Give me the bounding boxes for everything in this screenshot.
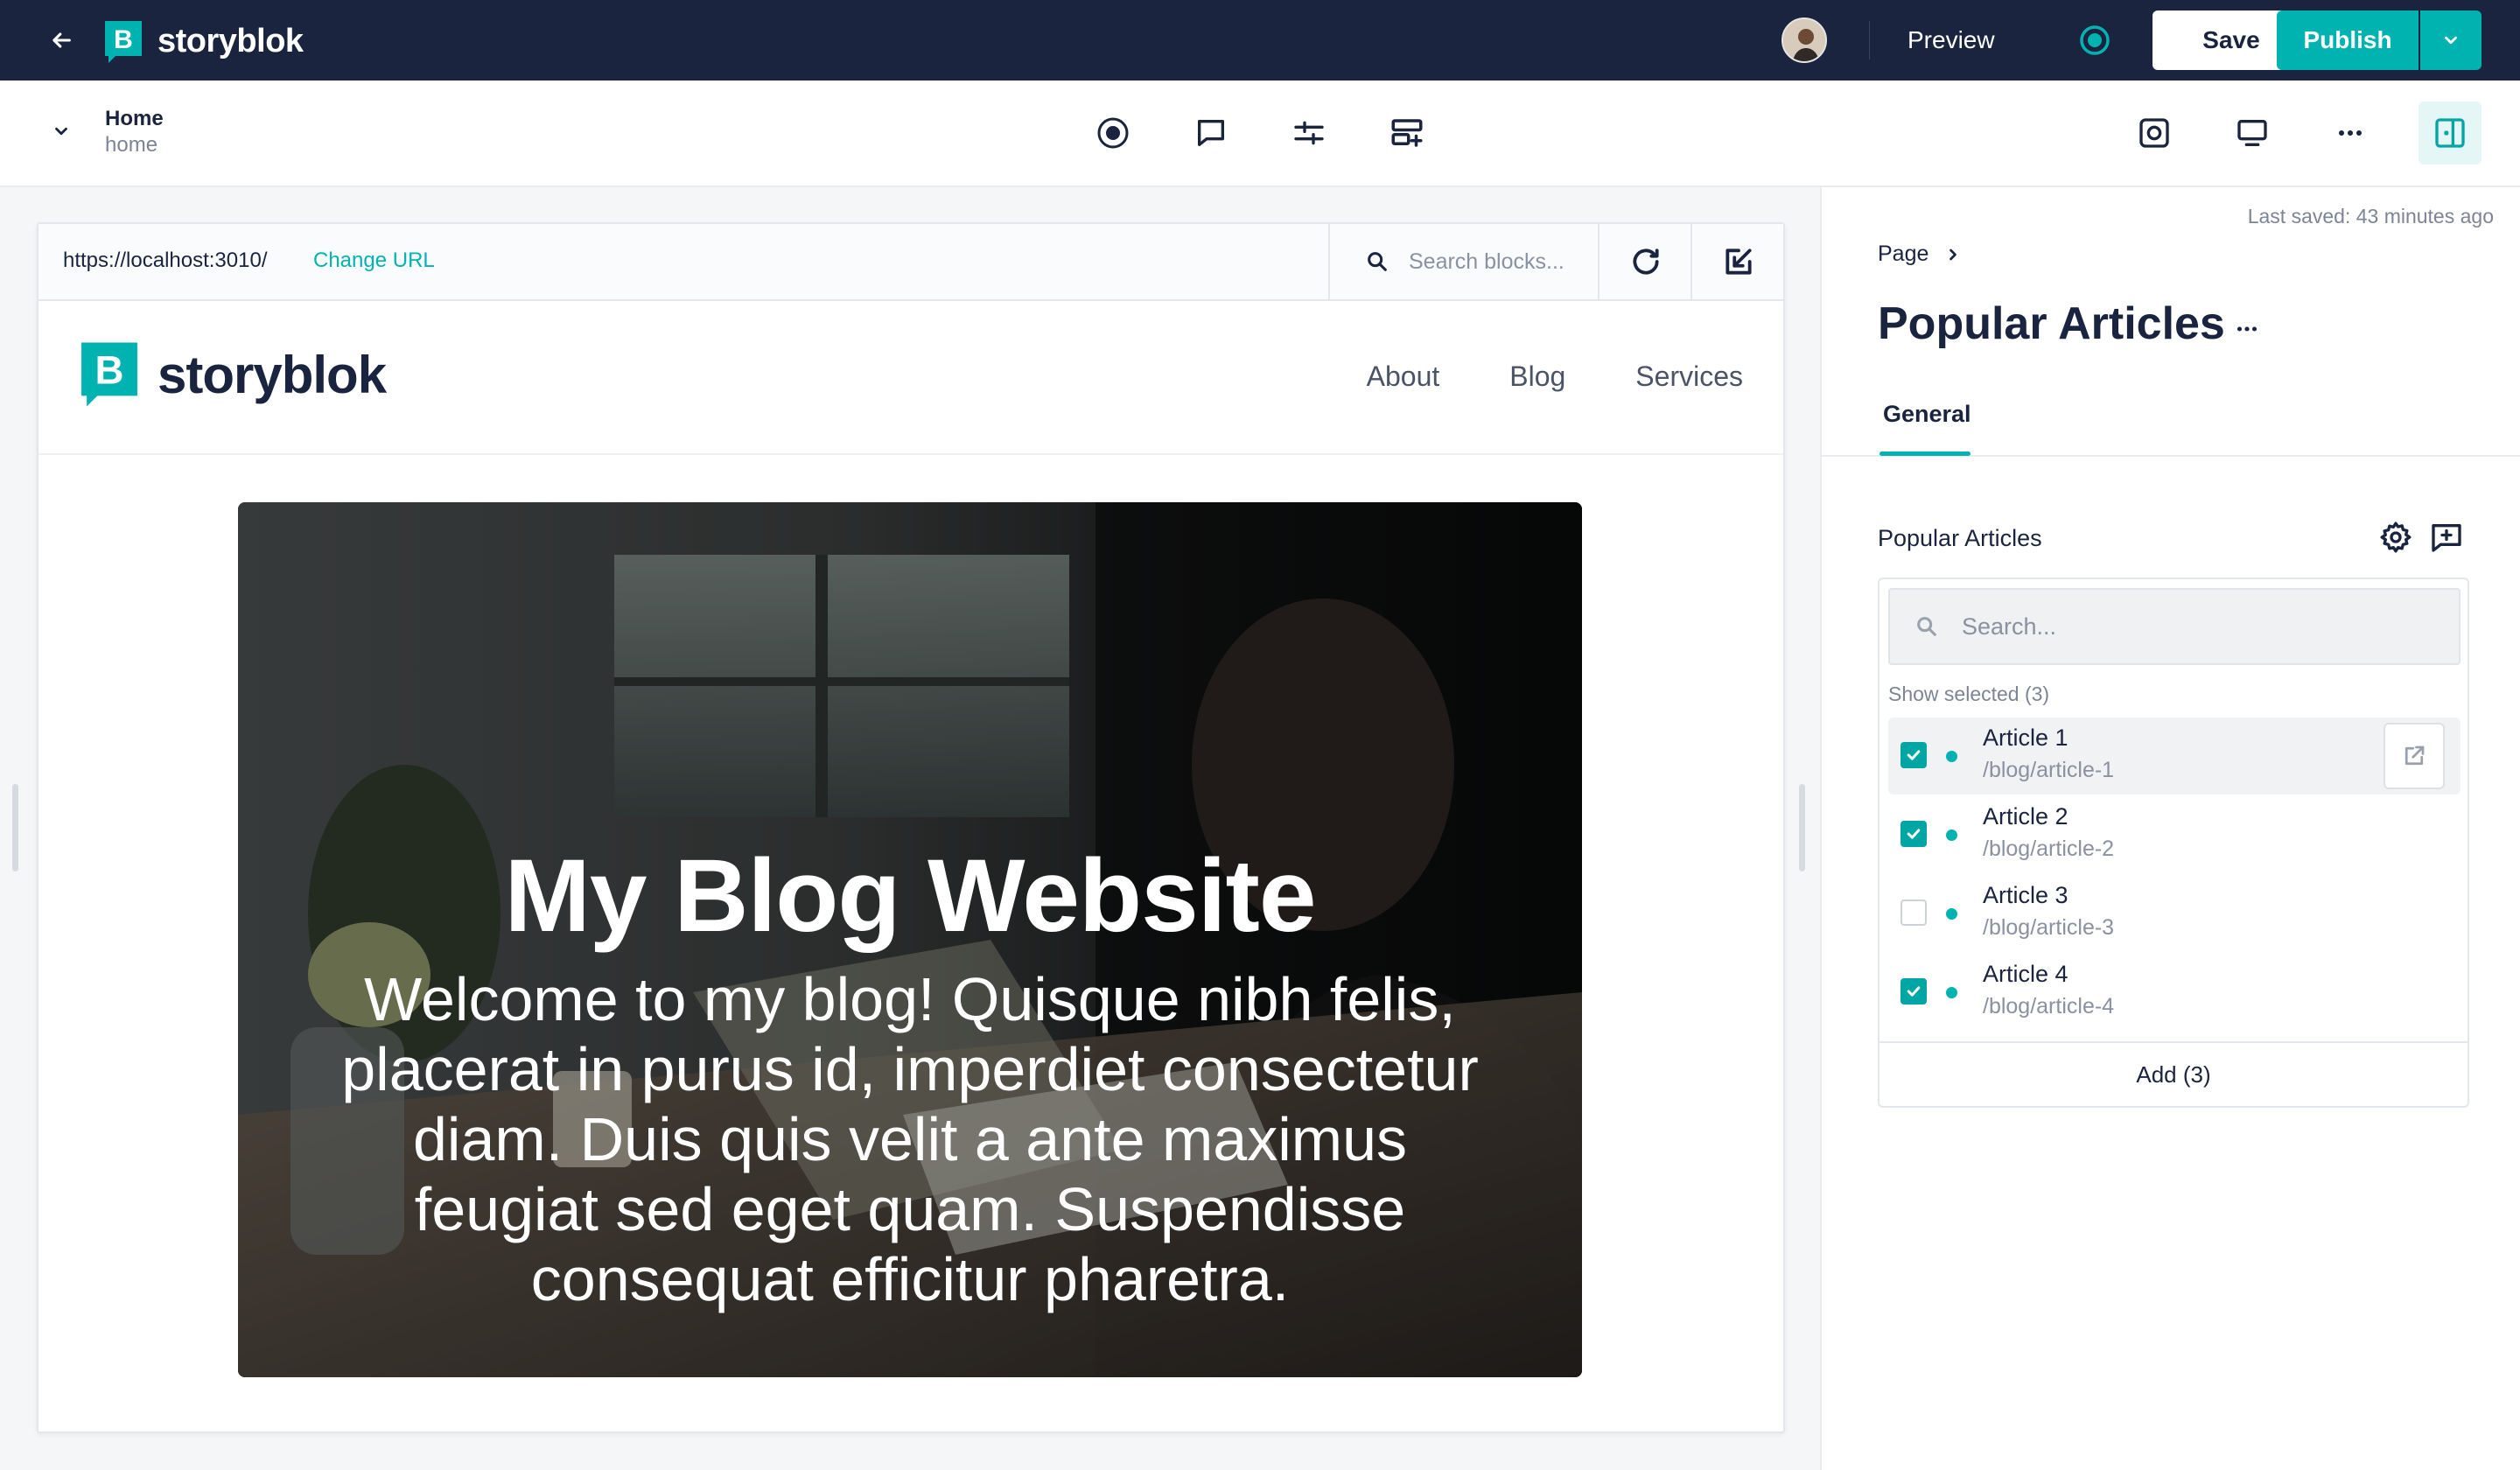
svg-text:B: B bbox=[95, 348, 124, 393]
svg-text:B: B bbox=[114, 25, 133, 54]
article-path: /blog/article-3 bbox=[1983, 915, 2115, 940]
storyblok-logo[interactable]: B storyblok bbox=[103, 19, 304, 63]
add-block-icon[interactable] bbox=[1382, 108, 1432, 158]
checkbox-checked[interactable] bbox=[1900, 978, 1927, 1004]
add-selected-button[interactable]: Add (3) bbox=[1880, 1041, 2468, 1106]
article-search-input[interactable]: Search... bbox=[1888, 588, 2460, 665]
story-menu-chevron-down-icon[interactable] bbox=[46, 116, 77, 147]
nav-link-services[interactable]: Services bbox=[1635, 360, 1743, 393]
article-picker: Search... Show selected (3) Article 1 /b… bbox=[1878, 578, 2469, 1108]
block-more-options-icon[interactable] bbox=[2230, 312, 2264, 346]
open-in-new-window-icon[interactable] bbox=[1690, 224, 1785, 299]
brand-name: storyblok bbox=[158, 22, 304, 60]
list-item[interactable]: Article 3 /blog/article-3 bbox=[1888, 875, 2460, 952]
site-brand-name: storyblok bbox=[158, 345, 387, 404]
list-item[interactable]: Article 2 /blog/article-2 bbox=[1888, 796, 2460, 873]
breadcrumb-page[interactable]: Page bbox=[1878, 242, 1928, 267]
content-panel: Last saved: 43 minutes ago Page Popular … bbox=[1820, 187, 2520, 1470]
field-settings-gear-icon[interactable] bbox=[2376, 518, 2415, 556]
hero-section[interactable]: My Blog Website Welcome to my blog! Quis… bbox=[238, 502, 1582, 1377]
preview-url-bar: https://localhost:3010/ Change URL Searc… bbox=[38, 224, 1783, 301]
tab-general[interactable]: General bbox=[1880, 397, 1975, 457]
list-item[interactable]: Article 4 /blog/article-4 bbox=[1888, 954, 2460, 1031]
panel-tabs: General bbox=[1822, 397, 2520, 457]
reload-icon[interactable] bbox=[1598, 224, 1692, 299]
published-status-dot bbox=[1946, 987, 1957, 998]
last-saved-status: Last saved: 43 minutes ago bbox=[2247, 205, 2494, 228]
story-title[interactable]: Home bbox=[105, 107, 164, 131]
site-header: B storyblok About Blog Services bbox=[38, 301, 1783, 455]
article-path: /blog/article-1 bbox=[1983, 758, 2115, 782]
article-title: Article 2 bbox=[1983, 803, 2068, 830]
settings-sliders-icon[interactable] bbox=[1284, 108, 1334, 158]
right-resize-handle[interactable] bbox=[1799, 784, 1805, 872]
nav-link-about[interactable]: About bbox=[1367, 360, 1440, 393]
article-path: /blog/article-4 bbox=[1983, 994, 2115, 1018]
publish-options-chevron-down-icon[interactable] bbox=[2420, 10, 2482, 70]
article-title: Article 4 bbox=[1983, 961, 2068, 987]
block-title: Popular Articles bbox=[1878, 298, 2225, 349]
hero-body: Welcome to my blog! Quisque nibh felis, … bbox=[341, 965, 1479, 1313]
site-logo[interactable]: B storyblok bbox=[79, 340, 387, 410]
storyblok-logo-icon: B bbox=[103, 19, 144, 63]
article-search-placeholder: Search... bbox=[1962, 612, 2057, 640]
change-url-link[interactable]: Change URL bbox=[313, 248, 435, 273]
user-avatar[interactable] bbox=[1782, 18, 1827, 63]
list-item[interactable]: Article 1 /blog/article-1 bbox=[1888, 718, 2460, 794]
search-icon bbox=[1368, 252, 1387, 271]
more-options-icon[interactable] bbox=[2326, 108, 2375, 158]
left-resize-handle[interactable] bbox=[12, 784, 18, 872]
article-path: /blog/article-2 bbox=[1983, 836, 2115, 861]
preview-button[interactable]: Preview bbox=[1908, 23, 1995, 58]
hero-title: My Blog Website bbox=[504, 838, 1317, 954]
block-search-placeholder: Search blocks... bbox=[1409, 248, 1564, 274]
back-arrow-icon[interactable] bbox=[44, 23, 79, 58]
block-search[interactable]: Search blocks... bbox=[1328, 224, 1598, 299]
nav-link-blog[interactable]: Blog bbox=[1509, 360, 1565, 393]
desktop-device-icon[interactable] bbox=[2228, 108, 2277, 158]
article-title: Article 3 bbox=[1983, 882, 2068, 908]
breadcrumb[interactable]: Page bbox=[1878, 242, 1962, 267]
preview-frame: https://localhost:3010/ Change URL Searc… bbox=[37, 222, 1785, 1433]
checkbox-checked[interactable] bbox=[1900, 821, 1927, 847]
screenshot-camera-icon[interactable] bbox=[2130, 108, 2179, 158]
toggle-sidebar-icon[interactable] bbox=[2418, 102, 2482, 164]
editor-toolbar: Home home bbox=[0, 80, 2520, 187]
story-slug: home bbox=[105, 133, 158, 157]
search-icon bbox=[1917, 617, 1936, 636]
open-external-link-icon[interactable] bbox=[2384, 723, 2445, 789]
chevron-right-icon bbox=[1950, 248, 1957, 260]
checkbox-checked[interactable] bbox=[1900, 742, 1927, 768]
show-selected-toggle[interactable]: Show selected (3) bbox=[1888, 682, 2049, 706]
published-status-dot bbox=[1946, 830, 1957, 841]
topbar-divider bbox=[1869, 21, 1870, 60]
field-label: Popular Articles bbox=[1878, 525, 2042, 551]
publish-button[interactable]: Publish bbox=[2277, 10, 2418, 70]
comments-icon[interactable] bbox=[1186, 108, 1236, 158]
published-status-dot bbox=[1946, 751, 1957, 762]
preview-url: https://localhost:3010/ bbox=[63, 248, 268, 272]
storyblok-logo-icon: B bbox=[81, 342, 137, 407]
visual-editor-target-icon[interactable] bbox=[1088, 108, 1138, 158]
live-status-icon[interactable] bbox=[2077, 23, 2112, 58]
checkbox-unchecked[interactable] bbox=[1900, 900, 1927, 926]
site-nav: About Blog Services bbox=[1367, 360, 1743, 393]
active-tab-indicator bbox=[1880, 452, 1970, 456]
top-bar: B storyblok Preview Save Publish bbox=[0, 0, 2520, 80]
add-comment-icon[interactable] bbox=[2427, 518, 2466, 556]
published-status-dot bbox=[1946, 908, 1957, 920]
article-title: Article 1 bbox=[1983, 724, 2068, 751]
